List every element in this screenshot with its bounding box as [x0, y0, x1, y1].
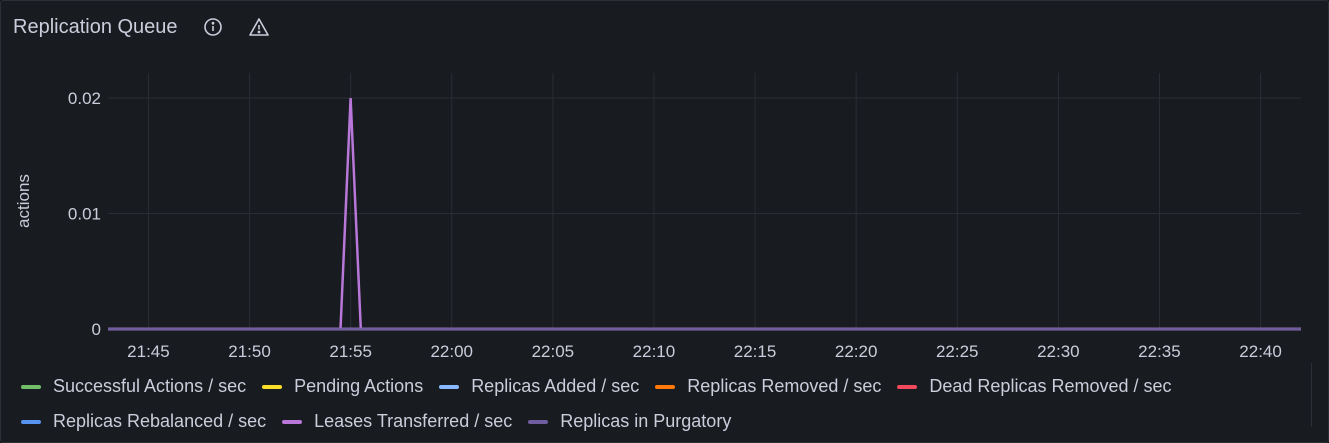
x-tick-label: 22:25: [936, 342, 979, 361]
legend-item[interactable]: Replicas Added / sec: [439, 376, 639, 397]
legend-item[interactable]: Replicas Removed / sec: [655, 376, 881, 397]
legend-label: Replicas Added / sec: [471, 376, 640, 396]
legend-row: Replicas Rebalanced / sec Leases Transfer…: [21, 404, 1301, 439]
y-tick-label: 0: [92, 320, 101, 339]
y-tick-label: 0.02: [68, 89, 101, 108]
x-tick-label: 22:05: [532, 342, 575, 361]
x-tick-label: 21:50: [228, 342, 271, 361]
x-tick-label: 22:35: [1138, 342, 1181, 361]
legend-swatch: [282, 419, 303, 424]
x-tick-label: 21:45: [127, 342, 170, 361]
legend-label: Pending Actions: [294, 376, 424, 396]
legend-item[interactable]: Dead Replicas Removed / sec: [897, 376, 1172, 397]
legend-label: Leases Transferred / sec: [314, 411, 513, 431]
x-tick-label: 22:30: [1037, 342, 1080, 361]
legend-label: Successful Actions / sec: [53, 376, 247, 396]
x-tick-label: 22:20: [835, 342, 878, 361]
line-chart: 0 0.01 0.02 21:45 21:50 21:55 22:00 22:05 22:10 2…: [14, 73, 1301, 361]
legend-item[interactable]: Replicas Rebalanced / sec: [21, 411, 266, 432]
legend-swatch: [21, 384, 41, 389]
legend-swatch: [21, 419, 41, 424]
legend-swatch: [262, 384, 283, 389]
legend-scrollbar[interactable]: [1311, 363, 1312, 427]
x-tick-label: 21:55: [329, 342, 372, 361]
x-tick-label: 22:40: [1239, 342, 1282, 361]
legend-row: Successful Actions / sec Pending Actions R…: [21, 369, 1301, 404]
legend-label: Replicas Rebalanced / sec: [53, 411, 267, 431]
legend-label: Dead Replicas Removed / sec: [929, 376, 1172, 396]
legend-item[interactable]: Pending Actions: [262, 376, 423, 397]
chart-legend: Successful Actions / sec Pending Actions R…: [21, 369, 1301, 439]
legend-item[interactable]: Successful Actions / sec: [21, 376, 246, 397]
legend-swatch: [439, 384, 460, 389]
legend-label: Replicas in Purgatory: [560, 411, 732, 431]
y-axis-label: actions: [14, 174, 33, 228]
legend-swatch: [897, 384, 918, 389]
x-tick-label: 22:00: [430, 342, 473, 361]
replication-queue-panel: Replication Queue 0 0.01 0.02 21:45 21:50 21:…: [0, 0, 1329, 443]
y-tick-label: 0.01: [68, 205, 101, 224]
legend-swatch: [528, 419, 549, 424]
legend-item[interactable]: Leases Transferred / sec: [282, 411, 512, 432]
x-tick-label: 22:10: [633, 342, 676, 361]
legend-swatch: [655, 384, 676, 389]
x-tick-label: 22:15: [734, 342, 777, 361]
legend-item[interactable]: Replicas in Purgatory: [528, 411, 731, 432]
legend-label: Replicas Removed / sec: [687, 376, 882, 396]
